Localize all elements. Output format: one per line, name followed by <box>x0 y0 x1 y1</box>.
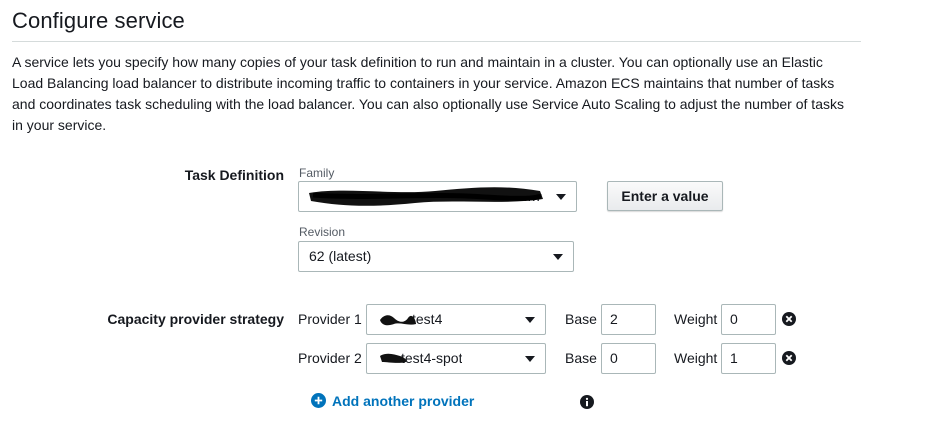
provider-1-base-input[interactable]: 2 <box>601 304 656 335</box>
revision-select-value: 62 (latest) <box>309 248 372 264</box>
redaction-mark <box>380 353 406 363</box>
chevron-down-icon <box>553 254 563 260</box>
provider-2-base-label: Base <box>565 350 597 366</box>
capacity-provider-strategy-label: Capacity provider strategy <box>107 311 284 327</box>
plus-circle-icon[interactable] <box>311 393 326 408</box>
provider-1-base-label: Base <box>565 311 597 327</box>
service-description: A service lets you specify how many copi… <box>12 54 844 133</box>
chevron-down-icon <box>556 194 566 200</box>
provider-1-label: Provider 1 <box>298 311 362 327</box>
title-divider <box>12 41 861 42</box>
provider-2-label: Provider 2 <box>298 350 362 366</box>
provider-2-weight-label: Weight <box>674 350 718 366</box>
provider-1-weight-label: Weight <box>674 311 718 327</box>
remove-circle-icon[interactable] <box>782 312 796 326</box>
family-label: Family <box>299 166 335 180</box>
provider-2-weight-input[interactable]: 1 <box>721 343 776 374</box>
remove-circle-icon[interactable] <box>782 351 796 365</box>
redaction-mark <box>380 315 416 326</box>
provider-2-base-input[interactable]: 0 <box>601 343 656 374</box>
provider-1-weight-input[interactable]: 0 <box>721 304 776 335</box>
revision-label: Revision <box>299 225 346 239</box>
redaction-mark <box>309 187 543 206</box>
chevron-down-icon <box>525 317 535 323</box>
chevron-down-icon <box>525 356 535 362</box>
enter-value-button[interactable]: Enter a value <box>607 181 723 211</box>
page-title: Configure service <box>12 8 185 33</box>
revision-select[interactable]: 62 (latest) <box>298 241 574 272</box>
task-definition-label: Task Definition <box>184 167 284 183</box>
add-another-provider-link[interactable]: Add another provider <box>332 393 474 409</box>
info-icon[interactable] <box>580 395 594 409</box>
